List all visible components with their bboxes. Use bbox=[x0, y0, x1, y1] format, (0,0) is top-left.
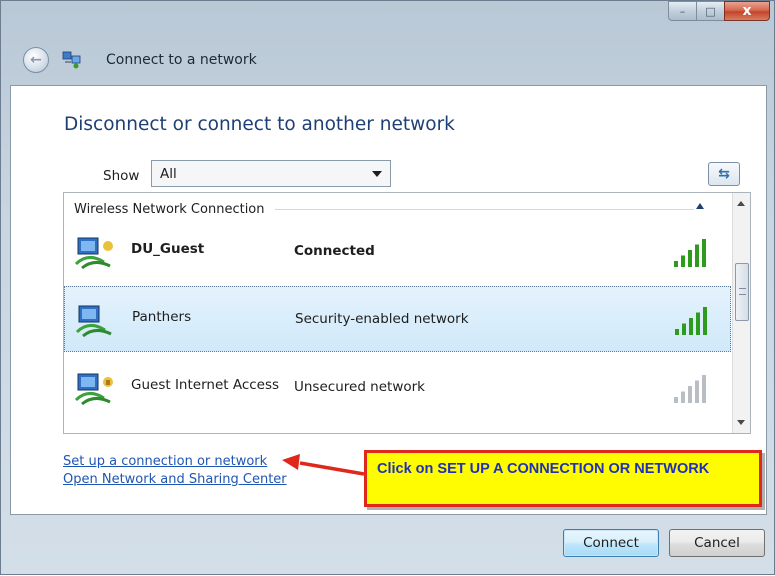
group-divider bbox=[274, 208, 694, 210]
network-status: Connected bbox=[294, 243, 375, 259]
group-header: Wireless Network Connection bbox=[74, 198, 694, 220]
title-bar: – □ x ← Connect to a network bbox=[1, 1, 775, 83]
show-filter-select[interactable]: All bbox=[151, 160, 391, 187]
show-label: Show bbox=[103, 168, 140, 184]
setup-connection-link[interactable]: Set up a connection or network bbox=[63, 454, 267, 469]
back-arrow-icon: ← bbox=[30, 52, 42, 68]
signal-bar bbox=[681, 255, 685, 267]
signal-bar bbox=[689, 318, 693, 335]
chevron-down-icon bbox=[372, 171, 382, 177]
dialog-footer: Connect Cancel bbox=[1, 515, 775, 576]
network-sharing-center-link[interactable]: Open Network and Sharing Center bbox=[63, 472, 287, 487]
scroll-down-icon[interactable] bbox=[737, 420, 745, 425]
signal-bar bbox=[695, 380, 699, 403]
back-button[interactable]: ← bbox=[23, 47, 49, 73]
page-title: Disconnect or connect to another network bbox=[64, 114, 455, 135]
window-frame: – □ x ← Connect to a network Disconnect … bbox=[0, 0, 775, 575]
signal-bar bbox=[702, 375, 706, 403]
signal-bar bbox=[695, 244, 699, 267]
signal-bar bbox=[688, 386, 692, 403]
signal-bar bbox=[674, 261, 678, 267]
wireless-network-icon bbox=[74, 237, 113, 270]
signal-bar bbox=[688, 250, 692, 267]
network-list: Wireless Network Connection DU_Guest Con… bbox=[63, 192, 751, 434]
signal-bar bbox=[675, 329, 679, 335]
signal-bar bbox=[703, 307, 707, 335]
network-name: DU_Guest bbox=[131, 241, 205, 257]
annotation-arrow-icon bbox=[282, 454, 365, 476]
close-button[interactable]: x bbox=[724, 1, 770, 21]
signal-bar bbox=[674, 397, 678, 403]
signal-bar bbox=[702, 239, 706, 267]
signal-bar bbox=[696, 312, 700, 335]
refresh-icon: ⇆ bbox=[718, 166, 730, 182]
signal-bar bbox=[681, 391, 685, 403]
signal-strength-icon bbox=[675, 307, 707, 335]
signal-bar bbox=[682, 323, 686, 335]
refresh-button[interactable]: ⇆ bbox=[708, 162, 740, 186]
group-label: Wireless Network Connection bbox=[74, 201, 265, 217]
window-title: Connect to a network bbox=[106, 52, 257, 68]
network-status: Security-enabled network bbox=[295, 311, 469, 327]
network-name: Panthers bbox=[132, 309, 192, 325]
wireless-network-icon bbox=[75, 305, 112, 338]
connect-button[interactable]: Connect bbox=[563, 529, 659, 557]
network-app-icon bbox=[62, 51, 81, 69]
signal-strength-icon bbox=[674, 375, 706, 403]
minimize-button[interactable]: – bbox=[668, 1, 696, 21]
signal-strength-icon bbox=[674, 239, 706, 267]
network-row-du-guest[interactable]: DU_Guest Connected bbox=[64, 219, 731, 285]
network-row-guest-internet-access[interactable]: Guest Internet Access Unsecured network bbox=[64, 355, 731, 421]
show-filter-value: All bbox=[160, 165, 177, 182]
maximize-button[interactable]: □ bbox=[696, 1, 724, 21]
cancel-button[interactable]: Cancel bbox=[669, 529, 765, 557]
list-scrollbar[interactable] bbox=[732, 193, 750, 433]
collapse-group-icon[interactable] bbox=[696, 203, 704, 209]
instruction-callout: Click on SET UP A CONNECTION OR NETWORK bbox=[364, 450, 762, 507]
scroll-thumb[interactable] bbox=[735, 263, 749, 321]
network-row-panthers[interactable]: Panthers Security-enabled network bbox=[64, 286, 731, 352]
network-status: Unsecured network bbox=[294, 379, 425, 395]
wireless-network-icon bbox=[74, 373, 113, 406]
scroll-up-icon[interactable] bbox=[737, 201, 745, 206]
network-name: Guest Internet Access bbox=[131, 377, 280, 393]
grip-icon bbox=[739, 288, 746, 295]
caption-buttons: – □ x bbox=[668, 1, 770, 23]
